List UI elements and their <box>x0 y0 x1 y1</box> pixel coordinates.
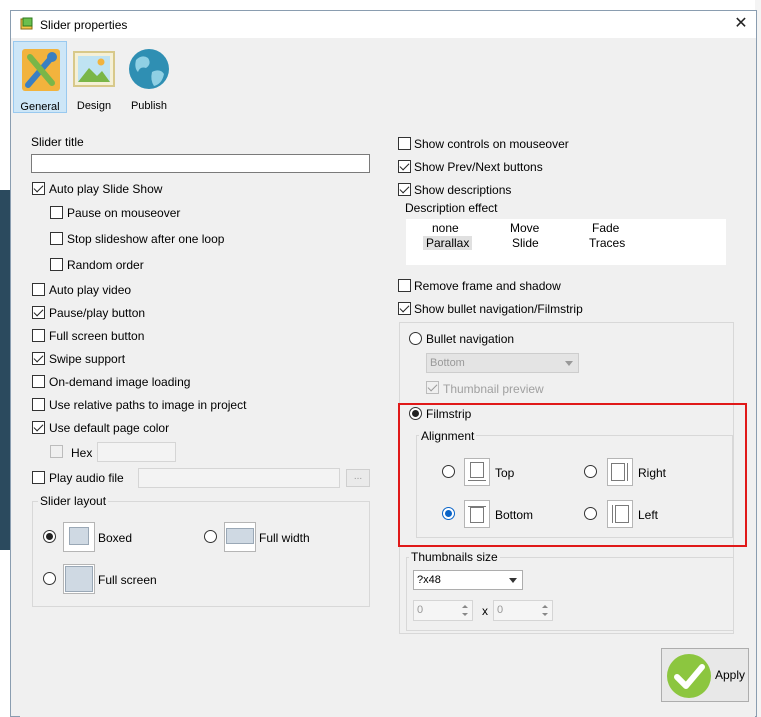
browse-audio-button[interactable]: ... <box>346 469 370 487</box>
show-descriptions-label: Show descriptions <box>414 183 512 197</box>
pause-on-mouseover-checkbox[interactable] <box>50 206 63 219</box>
slider-title-input[interactable] <box>31 154 370 173</box>
filmstrip-highlight-box <box>398 403 747 547</box>
auto-play-video-label: Auto play video <box>49 283 132 297</box>
full-screen-layout-icon <box>63 564 95 594</box>
remove-frame-label: Remove frame and shadow <box>414 279 561 293</box>
show-controls-mouseover-label: Show controls on mouseover <box>414 137 569 151</box>
thumbnails-size-dropdown[interactable]: ?x48 <box>413 570 523 590</box>
bullet-navigation-radio[interactable] <box>409 332 422 345</box>
slider-title-label: Slider title <box>31 135 84 149</box>
remove-frame-checkbox[interactable] <box>398 279 411 292</box>
effect-fade[interactable]: Fade <box>592 221 619 235</box>
apply-label: Apply <box>715 668 746 682</box>
thumbnail-preview-label: Thumbnail preview <box>443 382 544 396</box>
relative-paths-label: Use relative paths to image in project <box>49 398 247 412</box>
pause-play-button-checkbox[interactable] <box>32 306 45 319</box>
hex-label: Hex <box>71 446 93 460</box>
tab-general-label: General <box>20 101 60 113</box>
picture-icon <box>73 51 115 87</box>
thumbnail-width-spinner[interactable]: 0 <box>413 600 473 621</box>
boxed-layout-icon <box>63 522 95 552</box>
default-page-color-label: Use default page color <box>49 421 170 435</box>
spin-down-icon[interactable] <box>539 611 551 620</box>
layout-boxed-radio[interactable] <box>43 530 56 543</box>
auto-play-label: Auto play Slide Show <box>49 182 163 196</box>
layout-full-width-radio[interactable] <box>204 530 217 543</box>
tab-publish[interactable]: Publish <box>122 41 176 113</box>
layout-full-width-label: Full width <box>259 531 310 545</box>
stop-after-loop-label: Stop slideshow after one loop <box>67 232 225 246</box>
thumbnail-height-spinner[interactable]: 0 <box>493 600 553 621</box>
pause-play-button-label: Pause/play button <box>49 306 146 320</box>
app-icon <box>20 17 33 30</box>
slider-layout-title: Slider layout <box>38 494 109 508</box>
effect-move[interactable]: Move <box>510 221 539 235</box>
layout-full-screen-label: Full screen <box>98 573 157 587</box>
chevron-down-icon <box>509 578 517 583</box>
effect-slide[interactable]: Slide <box>512 236 539 250</box>
swipe-support-checkbox[interactable] <box>32 352 45 365</box>
tab-general[interactable]: General <box>13 41 67 113</box>
thumbnails-size-title: Thumbnails size <box>409 550 500 564</box>
show-controls-mouseover-checkbox[interactable] <box>398 137 411 150</box>
description-effect-list: none Move Fade Parallax Slide Traces <box>406 219 726 265</box>
play-audio-label: Play audio file <box>49 471 124 485</box>
layout-full-screen-radio[interactable] <box>43 572 56 585</box>
spin-up-icon[interactable] <box>459 602 471 611</box>
on-demand-loading-label: On-demand image loading <box>49 375 191 389</box>
title-bar: Slider properties ✕ <box>11 11 756 38</box>
show-prev-next-checkbox[interactable] <box>398 160 411 173</box>
description-effect-label: Description effect <box>405 201 498 215</box>
thumbnail-width-value: 0 <box>417 604 424 616</box>
full-screen-button-checkbox[interactable] <box>32 329 45 342</box>
thumbnail-height-value: 0 <box>497 604 504 616</box>
bullet-position-value: Bottom <box>430 357 465 369</box>
default-page-color-checkbox[interactable] <box>32 421 45 434</box>
full-width-layout-icon <box>224 522 256 552</box>
window-title: Slider properties <box>40 18 128 32</box>
apply-button[interactable]: Apply <box>661 648 749 702</box>
tab-publish-label: Publish <box>130 100 168 112</box>
relative-paths-checkbox[interactable] <box>32 398 45 411</box>
effect-none[interactable]: none <box>432 221 459 235</box>
spin-down-icon[interactable] <box>459 611 471 620</box>
thumbnail-preview-checkbox[interactable] <box>426 381 439 394</box>
random-order-checkbox[interactable] <box>50 258 63 271</box>
hex-color-swatch[interactable] <box>50 445 63 458</box>
auto-play-checkbox[interactable] <box>32 182 45 195</box>
checkmark-icon <box>667 654 711 698</box>
size-x-label: x <box>482 604 488 618</box>
chevron-down-icon <box>565 361 573 366</box>
show-descriptions-checkbox[interactable] <box>398 183 411 196</box>
hex-input[interactable] <box>97 442 176 462</box>
audio-file-input[interactable] <box>138 468 340 488</box>
full-screen-button-label: Full screen button <box>49 329 145 343</box>
effect-parallax[interactable]: Parallax <box>423 236 473 250</box>
random-order-label: Random order <box>67 258 144 272</box>
swipe-support-label: Swipe support <box>49 352 126 366</box>
on-demand-loading-checkbox[interactable] <box>32 375 45 388</box>
bullet-position-dropdown[interactable]: Bottom <box>426 353 579 373</box>
close-button[interactable]: ✕ <box>730 14 752 36</box>
show-prev-next-label: Show Prev/Next buttons <box>414 160 543 174</box>
show-bullet-nav-checkbox[interactable] <box>398 302 411 315</box>
play-audio-checkbox[interactable] <box>32 471 45 484</box>
show-bullet-nav-label: Show bullet navigation/Filmstrip <box>414 302 583 316</box>
globe-icon <box>129 49 169 89</box>
thumbnails-size-value: ?x48 <box>417 574 441 586</box>
pause-on-mouseover-label: Pause on mouseover <box>67 206 181 220</box>
spin-up-icon[interactable] <box>539 602 551 611</box>
slider-properties-dialog: Slider properties ✕ General Design Publi… <box>10 10 757 717</box>
stop-after-loop-checkbox[interactable] <box>50 232 63 245</box>
tab-design-label: Design <box>76 100 112 112</box>
bullet-navigation-label: Bullet navigation <box>426 332 515 346</box>
layout-boxed-label: Boxed <box>98 531 133 545</box>
tab-design[interactable]: Design <box>67 41 121 113</box>
effect-traces[interactable]: Traces <box>589 236 625 250</box>
auto-play-video-checkbox[interactable] <box>32 283 45 296</box>
wrench-screwdriver-icon <box>22 49 60 91</box>
